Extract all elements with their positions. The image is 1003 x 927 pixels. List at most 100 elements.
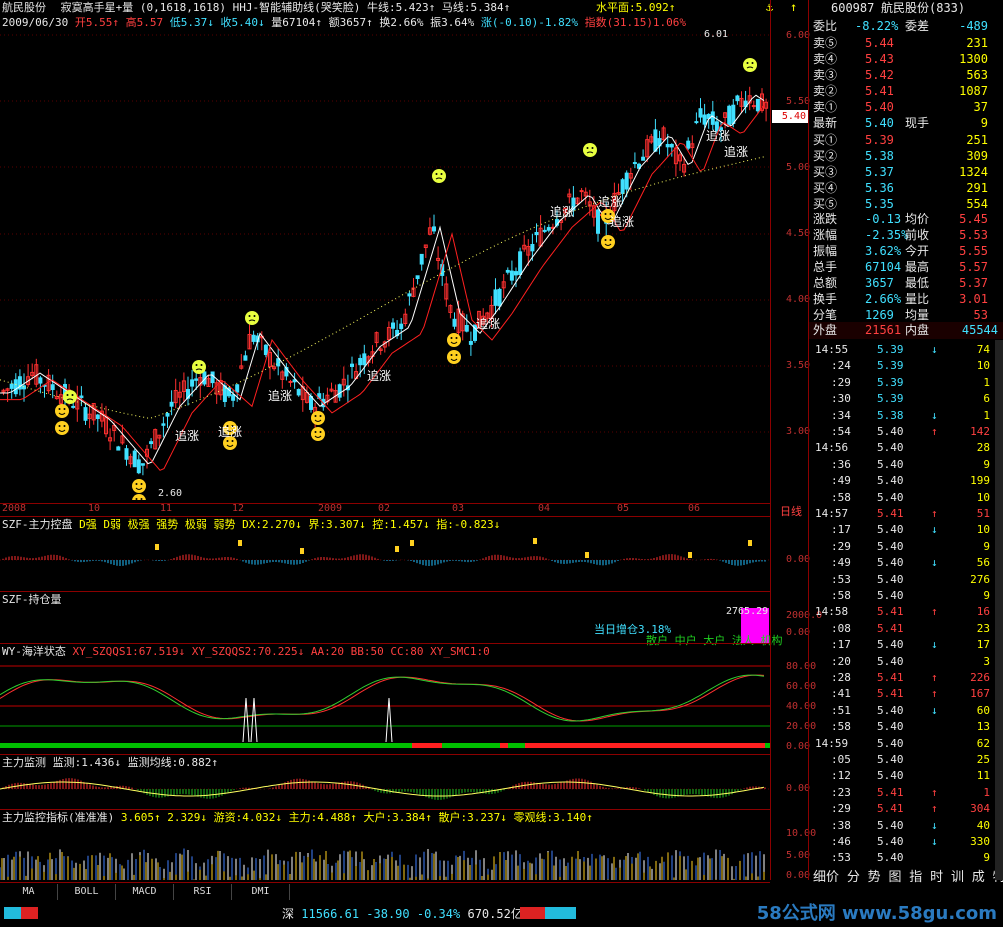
tick-price: 5.40 xyxy=(877,736,904,750)
tick-price: 5.40 xyxy=(877,523,904,537)
candle xyxy=(140,463,145,476)
close-label: 收5.40↓ xyxy=(220,16,265,29)
candle xyxy=(54,390,59,400)
index-change: -38.90 xyxy=(366,907,410,921)
candle xyxy=(132,448,137,468)
candle xyxy=(247,323,252,350)
index-name: 深 xyxy=(282,907,295,921)
tick-time: :54 xyxy=(831,425,851,438)
szf-main-chart[interactable] xyxy=(0,530,770,590)
tab-ma[interactable]: MA xyxy=(0,884,58,900)
high-label: 高5.57 xyxy=(125,16,164,29)
candle xyxy=(391,318,395,339)
szf-pos-legend: 散户 中户 大户 法人 机构 xyxy=(646,632,783,648)
ask-row[interactable]: 卖④ 5.43 1300 xyxy=(809,51,1003,68)
tick-volume: 330 xyxy=(970,835,990,848)
tick-row: 14:57 5.41 ↑ 51 xyxy=(809,506,1003,521)
candle xyxy=(407,291,412,306)
tick-volume: 304 xyxy=(970,802,990,816)
tick-price: 5.40 xyxy=(877,703,904,717)
stat-value: -0.13 xyxy=(865,212,902,226)
tick-dir: ↓ xyxy=(931,343,938,356)
current-price-tag: 5.40 xyxy=(772,110,808,123)
smiley-icon xyxy=(132,494,146,500)
tick-price: 5.40 xyxy=(877,638,904,652)
scroll-up-icon[interactable]: ↑ xyxy=(790,0,797,14)
smiley-icon xyxy=(447,333,461,347)
bid-price: 5.36 xyxy=(865,181,894,195)
tick-volume: 74 xyxy=(976,343,990,356)
candlestick-chart[interactable]: 追涨 追涨追涨追涨追涨追涨追涨追涨追涨追涨 xyxy=(0,30,770,500)
candle xyxy=(173,378,178,409)
tick-scrollbar[interactable] xyxy=(995,340,1003,880)
bottom-tabs[interactable]: 细价 分 势 图 指 时 训 成 特 都 xyxy=(813,866,1003,885)
ask-row[interactable]: 卖② 5.41 1087 xyxy=(809,83,1003,100)
tick-price: 5.40 xyxy=(877,474,904,488)
bid-row[interactable]: 买③ 5.37 1324 xyxy=(809,164,1003,181)
candle xyxy=(657,130,662,155)
period-label[interactable]: 日线 xyxy=(780,503,802,519)
last-row: 最新 5.40 现手 9 xyxy=(809,115,1003,132)
tick-time: :58 xyxy=(831,589,851,602)
candle xyxy=(181,372,186,403)
zljc-chart[interactable] xyxy=(0,768,770,808)
smiley-icon xyxy=(583,143,597,157)
panel-divider xyxy=(0,754,770,755)
watermark-text: 58公式网 www.58gu.com xyxy=(756,903,997,924)
tab-dmi[interactable]: DMI xyxy=(232,884,290,900)
bid-row[interactable]: 买① 5.39 251 xyxy=(809,132,1003,149)
candle xyxy=(751,100,756,110)
candle xyxy=(419,253,424,271)
stat-value: 5.55 xyxy=(959,244,988,258)
high-price-label: 6.01 xyxy=(704,29,729,40)
bid-row[interactable]: 买② 5.38 309 xyxy=(809,148,1003,165)
zlkz-tick: 0.00 xyxy=(786,870,811,881)
candle xyxy=(464,314,469,333)
bid-volume: 1324 xyxy=(959,165,988,179)
tick-time: :20 xyxy=(831,654,851,668)
tick-dir: ↑ xyxy=(931,802,938,816)
stat-label: 换手 xyxy=(813,292,838,306)
tick-row: :29 5.39 1 xyxy=(809,375,1003,390)
candle xyxy=(124,444,129,466)
tick-volume: 6 xyxy=(983,392,990,406)
wy-chart[interactable] xyxy=(0,658,770,753)
szf-pos-tick2: 0.00 xyxy=(786,627,811,638)
tick-time: 14:58 xyxy=(815,605,849,619)
tick-price: 5.41 xyxy=(877,507,904,520)
candle xyxy=(427,217,432,236)
candle xyxy=(501,274,506,299)
tab-boll[interactable]: BOLL xyxy=(58,884,116,900)
candle xyxy=(505,267,510,275)
tab-rsi[interactable]: RSI xyxy=(174,884,232,900)
candle xyxy=(87,405,92,429)
tick-row: :17 5.40 ↓ 17 xyxy=(809,637,1003,652)
candle xyxy=(653,118,658,153)
szf-main-marker xyxy=(238,540,242,546)
smiley-icon xyxy=(601,235,615,249)
candle xyxy=(280,370,285,389)
smiley-icon xyxy=(192,360,206,374)
tab-macd[interactable]: MACD xyxy=(116,884,174,900)
chase-rise-label: 追涨 xyxy=(610,214,634,229)
tick-volume: 3 xyxy=(983,654,990,668)
amplitude-label: 振3.64% xyxy=(430,16,475,29)
ask-row[interactable]: 卖① 5.40 37 xyxy=(809,99,1003,116)
price-axis-divider xyxy=(770,0,771,880)
tick-time: 14:59 xyxy=(815,736,849,750)
ask-row[interactable]: 卖③ 5.42 563 xyxy=(809,67,1003,84)
tick-row: :24 5.39 10 xyxy=(809,358,1003,373)
candle xyxy=(128,453,133,468)
tick-dir: ↓ xyxy=(931,556,938,570)
bid-row[interactable]: 买④ 5.36 291 xyxy=(809,180,1003,197)
candle xyxy=(276,348,281,376)
tick-volume: 11 xyxy=(976,769,990,783)
index-status: 深 11566.61 -38.90 -0.34% 670.52亿 xyxy=(282,905,523,922)
candle xyxy=(661,125,666,143)
zlkz-chart[interactable] xyxy=(0,824,770,882)
outer-value: 21561 xyxy=(865,323,902,337)
tick-dir: ↓ xyxy=(931,818,938,832)
candle xyxy=(75,385,80,422)
ask-row[interactable]: 卖⑤ 5.44 231 xyxy=(809,35,1003,52)
tick-dir: ↓ xyxy=(931,638,938,652)
